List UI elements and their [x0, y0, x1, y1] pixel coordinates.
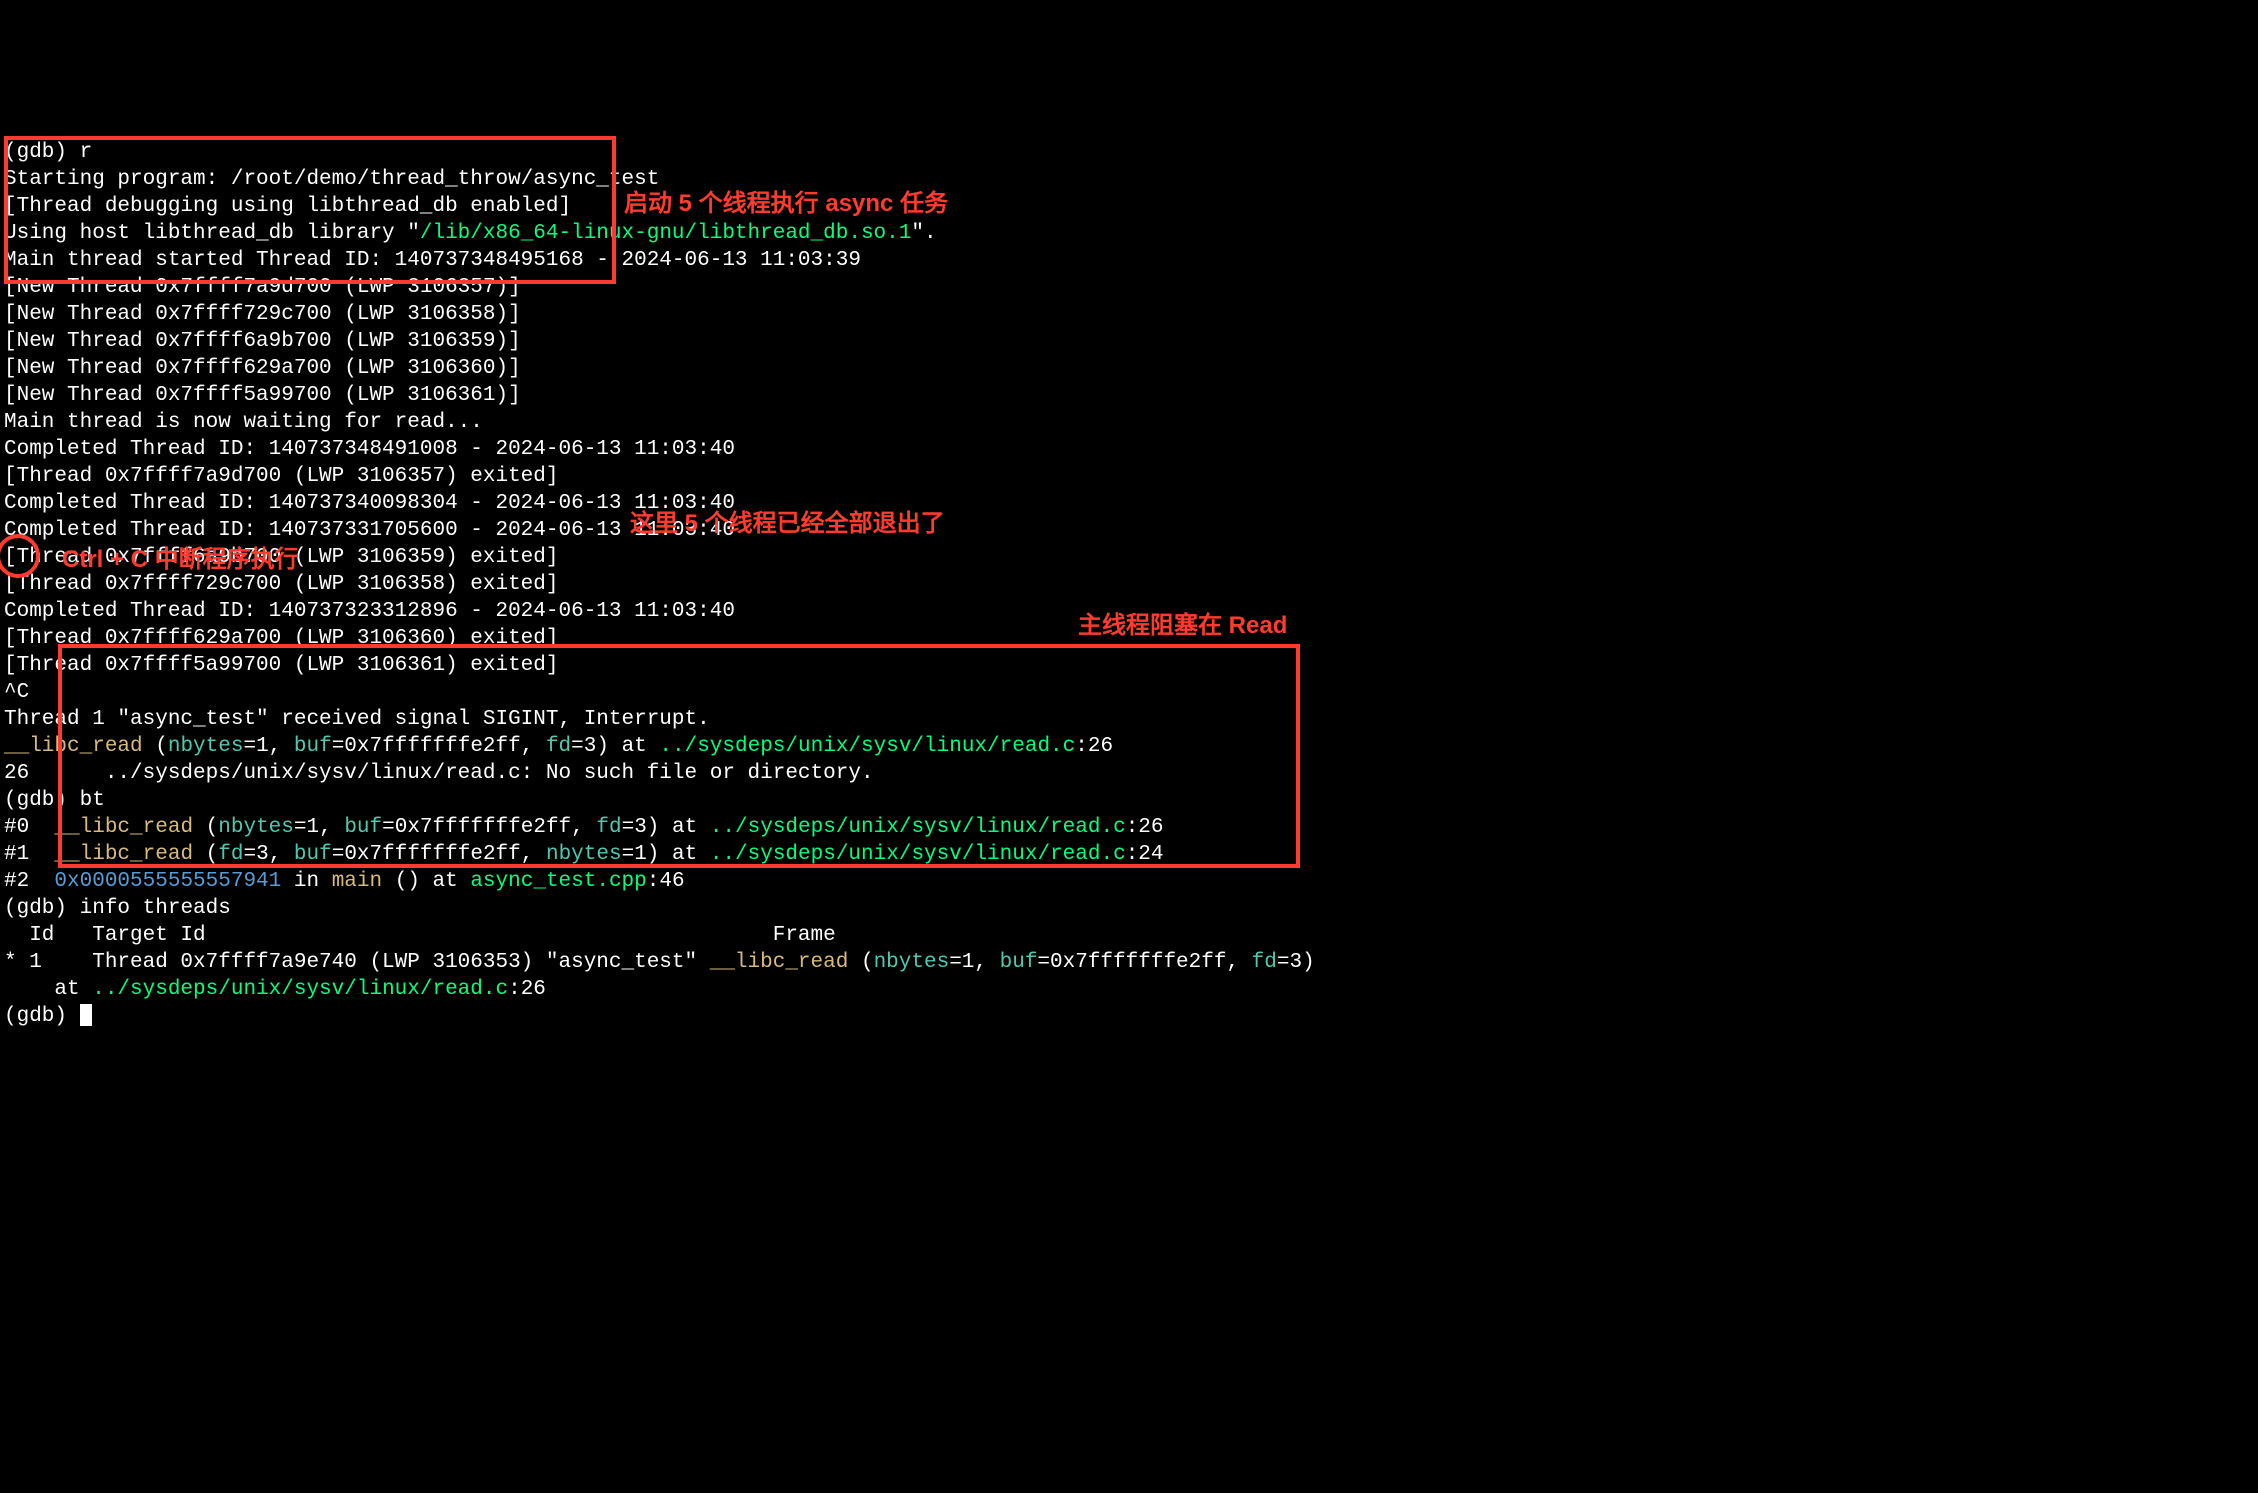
func-name: __libc_read: [710, 951, 849, 974]
new-thread: [New Thread 0x7ffff629a700 (LWP 3106360)…: [4, 357, 521, 380]
anno-block-read: 主线程阻塞在 Read: [1078, 612, 1287, 639]
src-path: async_test.cpp: [470, 870, 646, 893]
lib-path: /lib/x86_64-linux-gnu/libthread_db.so.1: [420, 222, 911, 245]
terminal-output[interactable]: (gdb) r Starting program: /root/demo/thr…: [4, 112, 2254, 1030]
gdb-prompt: (gdb): [4, 897, 80, 920]
line: Main thread is now waiting for read...: [4, 411, 483, 434]
addr: 0x0000555555557941: [54, 870, 281, 893]
line: Using host libthread_db library ": [4, 222, 420, 245]
line: Completed Thread ID: 140737340098304 - 2…: [4, 492, 735, 515]
line: Starting program: /root/demo/thread_thro…: [4, 168, 659, 191]
src-path: ../sysdeps/unix/sysv/linux/read.c: [710, 843, 1126, 866]
param: buf: [294, 735, 332, 758]
cmd-run: r: [80, 141, 93, 164]
new-thread: [New Thread 0x7ffff7a9d700 (LWP 3106357)…: [4, 276, 521, 299]
thread-exited: [Thread 0x7ffff5a99700 (LWP 3106361) exi…: [4, 654, 559, 677]
thread-exited: [Thread 0x7ffff629a700 (LWP 3106360) exi…: [4, 627, 559, 650]
line: Thread 1 "async_test" received signal SI…: [4, 708, 710, 731]
anno-ctrlc: Ctrl + C 中断程序执行: [62, 546, 299, 573]
thread-exited: [Thread 0x7ffff729c700 (LWP 3106358) exi…: [4, 573, 559, 596]
thread-exited: [Thread 0x7ffff7a9d700 (LWP 3106357) exi…: [4, 465, 559, 488]
func-name: __libc_read: [54, 816, 193, 839]
anno-start-threads: 启动 5 个线程执行 async 任务: [624, 190, 948, 217]
cursor: [80, 1004, 92, 1026]
src-path: ../sysdeps/unix/sysv/linux/read.c: [659, 735, 1075, 758]
cmd-info-threads: info threads: [80, 897, 231, 920]
new-thread: [New Thread 0x7ffff6a9b700 (LWP 3106359)…: [4, 330, 521, 353]
gdb-prompt: (gdb): [4, 141, 80, 164]
new-thread: [New Thread 0x7ffff5a99700 (LWP 3106361)…: [4, 384, 521, 407]
func-name: __libc_read: [4, 735, 143, 758]
line: Completed Thread ID: 140737348491008 - 2…: [4, 438, 735, 461]
line: Completed Thread ID: 140737331705600 - 2…: [4, 519, 735, 542]
sigint: ^C: [4, 681, 29, 704]
src-path: ../sysdeps/unix/sysv/linux/read.c: [710, 816, 1126, 839]
func-name: main: [332, 870, 382, 893]
src-path: ../sysdeps/unix/sysv/linux/read.c: [92, 978, 508, 1001]
gdb-prompt: (gdb): [4, 789, 80, 812]
param: fd: [546, 735, 571, 758]
new-thread: [New Thread 0x7ffff729c700 (LWP 3106358)…: [4, 303, 521, 326]
line: ".: [911, 222, 936, 245]
line: Completed Thread ID: 140737323312896 - 2…: [4, 600, 735, 623]
func-name: __libc_read: [54, 843, 193, 866]
thread-row: * 1 Thread 0x7ffff7a9e740 (LWP 3106353) …: [4, 951, 710, 974]
line: Main thread started Thread ID: 140737348…: [4, 249, 861, 272]
line: [Thread debugging using libthread_db ena…: [4, 195, 571, 218]
line: 26 ../sysdeps/unix/sysv/linux/read.c: No…: [4, 762, 874, 785]
anno-all-exited: 这里 5 个线程已经全部退出了: [630, 510, 945, 537]
gdb-prompt: (gdb): [4, 1005, 80, 1028]
param: nbytes: [168, 735, 244, 758]
cmd-bt: bt: [80, 789, 105, 812]
thread-header: Id Target Id Frame: [4, 924, 836, 947]
